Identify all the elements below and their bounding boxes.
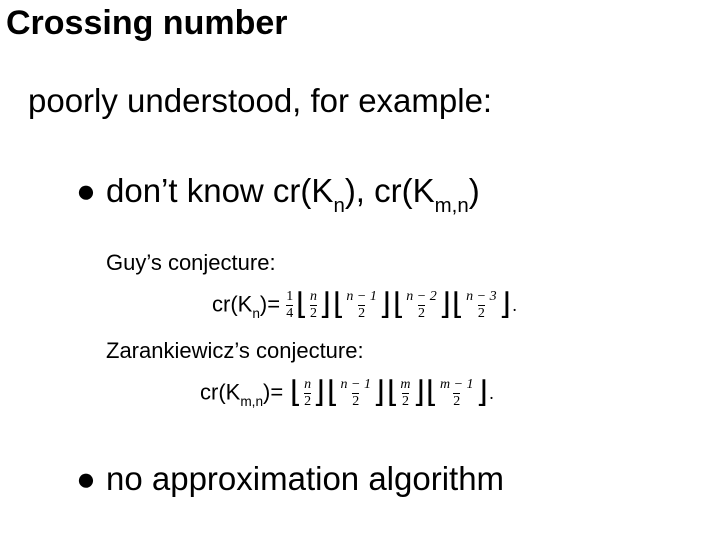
guy-formula: 14⌊n2⌋⌊n − 12⌋⌊n − 22⌋⌊n − 32⌋. xyxy=(286,290,517,321)
floor-right-icon: ⌋ xyxy=(313,378,325,408)
floor-term: ⌊n − 12⌋ xyxy=(327,378,385,409)
formula-trail: . xyxy=(512,295,517,316)
bullet-1-sub-1: n xyxy=(333,194,344,217)
floor-left-icon: ⌊ xyxy=(296,290,308,320)
floor-term: ⌊n2⌋ xyxy=(290,378,324,409)
zar-lhs-pre: cr(K xyxy=(200,379,240,404)
bullet-1-text-c: ) xyxy=(469,172,480,209)
floor-term: ⌊m − 12⌋ xyxy=(426,378,487,409)
zar-lhs-post: )= xyxy=(263,379,283,404)
floor-left-icon: ⌊ xyxy=(327,378,339,408)
slide-title: Crossing number xyxy=(6,4,287,43)
zarankiewicz-conjecture-equation: cr(Km,n)= ⌊n2⌋⌊n − 12⌋⌊m2⌋⌊m − 12⌋. xyxy=(200,378,494,409)
floor-term: ⌊m2⌋ xyxy=(387,378,425,409)
floor-left-icon: ⌊ xyxy=(452,290,464,320)
floor-left-icon: ⌊ xyxy=(290,378,302,408)
bullet-2-text: no approximation algorithm xyxy=(106,460,504,497)
bullet-1-text-b: ), cr(K xyxy=(345,172,435,209)
guy-lhs-post: )= xyxy=(260,291,280,316)
bullet-1-text-a: don’t know cr(K xyxy=(106,172,333,209)
bullet-item-2: ●no approximation algorithm xyxy=(76,460,504,498)
slide-subtitle: poorly understood, for example: xyxy=(28,82,492,120)
formula-trail: . xyxy=(489,383,494,404)
floor-right-icon: ⌋ xyxy=(412,378,424,408)
guy-conjecture-label: Guy’s conjecture: xyxy=(106,250,276,276)
slide: Crossing number poorly understood, for e… xyxy=(0,0,720,540)
bullet-dot-icon: ● xyxy=(76,460,106,498)
floor-term: ⌊n − 12⌋ xyxy=(333,290,391,321)
floor-right-icon: ⌋ xyxy=(498,290,510,320)
zar-formula: ⌊n2⌋⌊n − 12⌋⌊m2⌋⌊m − 12⌋. xyxy=(289,378,493,409)
guy-lhs-pre: cr(K xyxy=(212,291,252,316)
zarankiewicz-conjecture-label: Zarankiewicz’s conjecture: xyxy=(106,338,364,364)
leading-fraction: 14 xyxy=(286,290,293,321)
floor-left-icon: ⌊ xyxy=(426,378,438,408)
floor-left-icon: ⌊ xyxy=(332,290,344,320)
guy-lhs-sub: n xyxy=(252,306,260,321)
bullet-dot-icon: ● xyxy=(76,172,106,210)
floor-right-icon: ⌋ xyxy=(319,290,331,320)
floor-right-icon: ⌋ xyxy=(438,290,450,320)
floor-left-icon: ⌊ xyxy=(386,378,398,408)
floor-right-icon: ⌋ xyxy=(475,378,487,408)
floor-right-icon: ⌋ xyxy=(379,290,391,320)
floor-term: ⌊n − 22⌋ xyxy=(393,290,451,321)
guy-conjecture-equation: cr(Kn)= 14⌊n2⌋⌊n − 12⌋⌊n − 22⌋⌊n − 32⌋. xyxy=(212,290,517,321)
floor-left-icon: ⌊ xyxy=(392,290,404,320)
floor-term: ⌊n − 32⌋ xyxy=(452,290,510,321)
bullet-item-1: ●don’t know cr(Kn), cr(Km,n) xyxy=(76,172,480,216)
bullet-1-sub-2: m,n xyxy=(435,194,469,217)
floor-right-icon: ⌋ xyxy=(373,378,385,408)
floor-term: ⌊n2⌋ xyxy=(296,290,330,321)
zar-lhs-sub: m,n xyxy=(240,394,263,409)
